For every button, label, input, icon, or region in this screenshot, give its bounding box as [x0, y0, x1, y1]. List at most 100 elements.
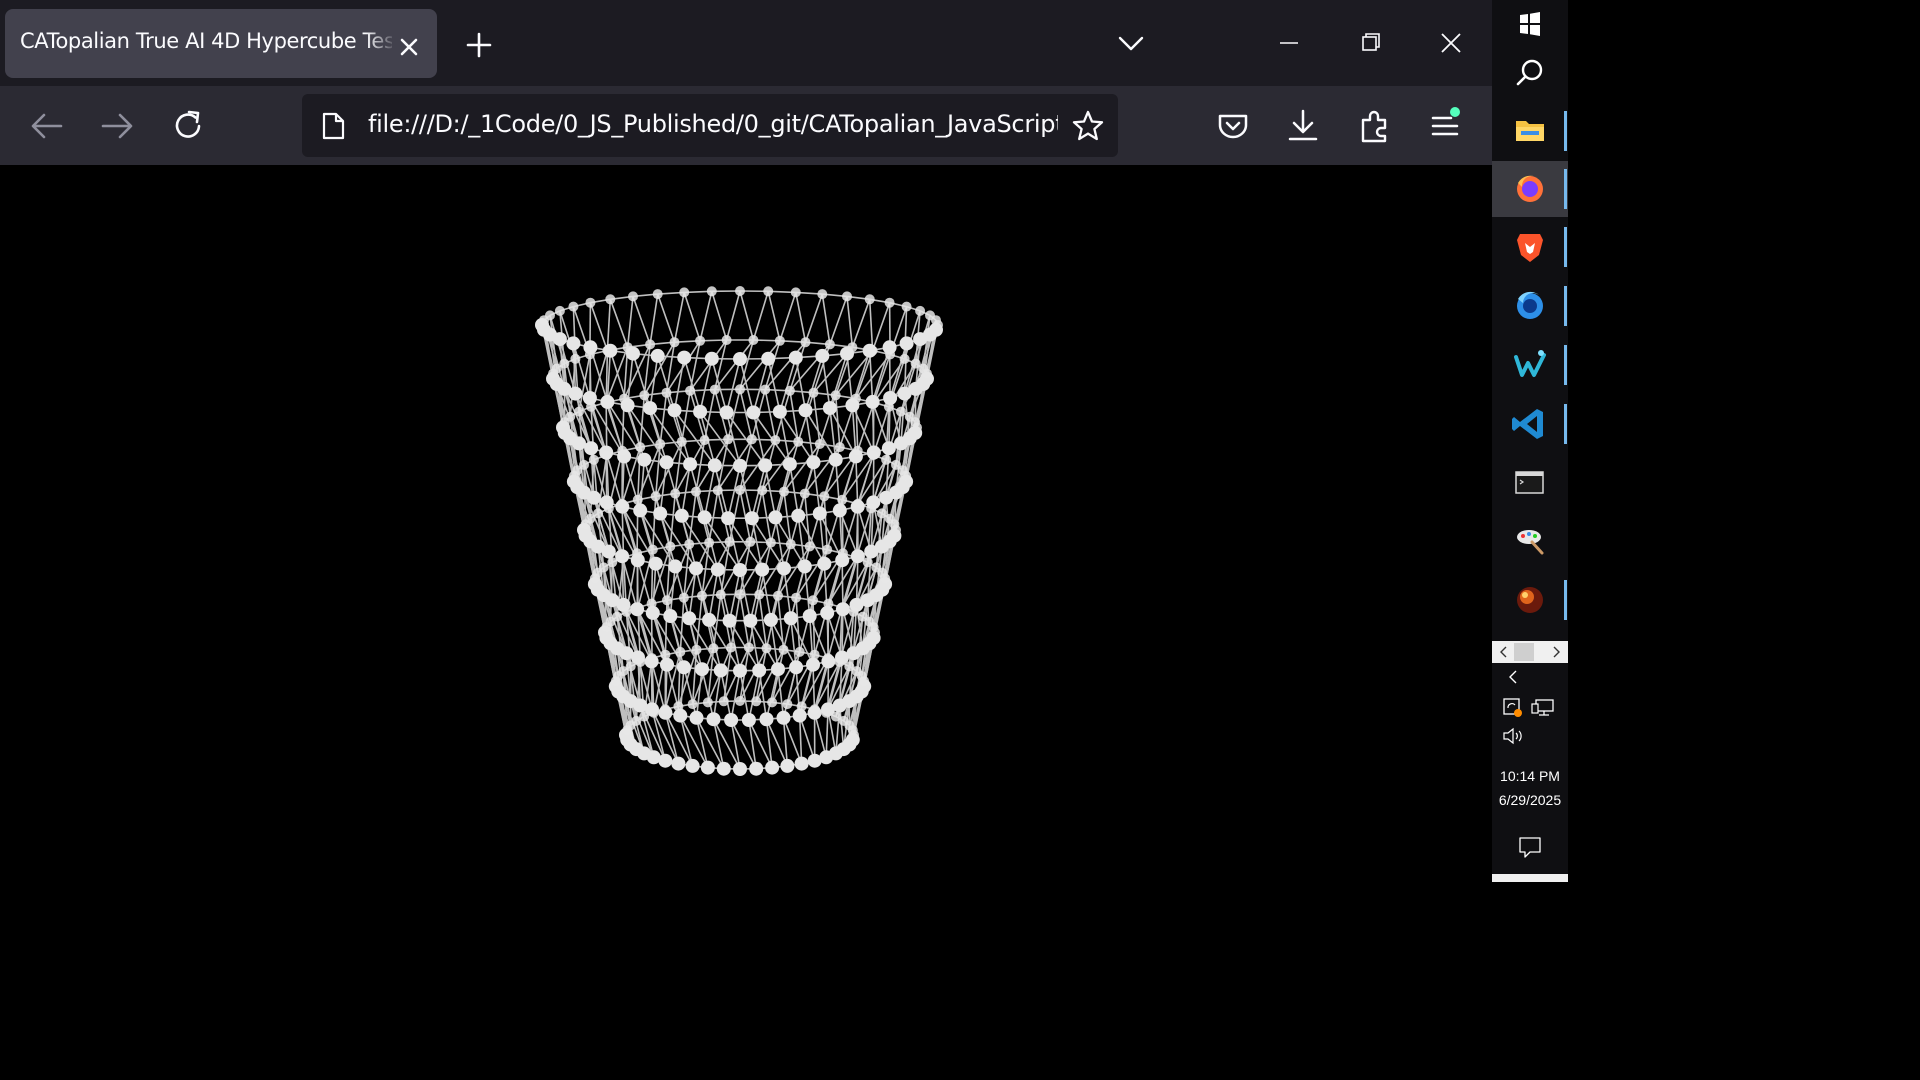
firefox-developer-icon[interactable] [1492, 278, 1568, 334]
clock-date[interactable]: 6/29/2025 [1492, 792, 1568, 808]
lattice-node [896, 406, 906, 417]
clock-time[interactable]: 10:14 PM [1492, 768, 1568, 784]
game-icon[interactable] [1492, 572, 1568, 628]
lattice-node [574, 406, 584, 417]
lattice-node [743, 613, 758, 628]
extensions-icon[interactable] [1353, 104, 1397, 148]
lattice-node [808, 387, 819, 398]
lattice-node [735, 589, 745, 600]
lattice-edge [679, 597, 685, 652]
lattice-node [691, 486, 701, 497]
lattice-edge [777, 595, 785, 650]
navigation-toolbar: file:///D:/_1Code/0_JS_Published/0_git/C… [0, 86, 1492, 165]
notification-icon[interactable] [1492, 832, 1568, 862]
menu-icon[interactable] [1423, 104, 1467, 148]
url-bar[interactable]: file:///D:/_1Code/0_JS_Published/0_git/C… [302, 94, 1118, 157]
minimize-icon[interactable] [1268, 24, 1310, 62]
brave-icon[interactable] [1492, 219, 1568, 275]
lattice-node [922, 368, 932, 379]
lattice-node [693, 404, 708, 419]
lattice-edge [699, 358, 713, 412]
chevron-left-icon[interactable] [1492, 666, 1568, 688]
lattice-node [779, 486, 789, 497]
search-icon[interactable] [1492, 46, 1568, 102]
lattice-node [689, 561, 703, 576]
wireframe-sphere-lattice-icon[interactable] [0, 165, 1492, 882]
volume-icon[interactable] [1500, 724, 1526, 748]
lattice-node [868, 450, 879, 461]
lattice-node [830, 390, 841, 401]
arrow-right-icon[interactable] [95, 104, 139, 148]
url-text[interactable]: file:///D:/_1Code/0_JS_Published/0_git/C… [368, 110, 1058, 144]
download-icon[interactable] [1281, 104, 1325, 148]
lattice-node [671, 756, 686, 771]
lattice-node [685, 758, 700, 773]
lattice-node [789, 660, 804, 675]
pocket-icon[interactable] [1211, 104, 1255, 148]
lattice-node [617, 498, 628, 509]
lattice-node [847, 725, 858, 736]
lattice-edge [574, 358, 580, 412]
plus-icon[interactable] [461, 27, 497, 63]
lattice-node [884, 297, 895, 308]
restore-icon[interactable] [1350, 24, 1392, 62]
lattice-node [676, 436, 687, 447]
lattice-node [682, 611, 697, 626]
lattice-node [799, 488, 810, 499]
lattice-edge [712, 670, 722, 720]
lattice-node [669, 337, 680, 348]
page-icon [318, 111, 348, 141]
tab-active[interactable]: CATopalian True AI 4D Hypercube Tesserac… [5, 9, 437, 78]
lattice-node [733, 762, 747, 776]
network-icon[interactable] [1530, 696, 1556, 720]
vscode-icon[interactable] [1492, 396, 1568, 452]
file-explorer-icon[interactable] [1492, 103, 1568, 159]
reload-icon[interactable] [166, 104, 210, 148]
paint-icon[interactable] [1492, 513, 1568, 569]
lattice-node [628, 291, 638, 302]
close-icon[interactable] [393, 31, 425, 63]
lattice-edge [659, 392, 668, 445]
lattice-node [913, 332, 928, 347]
page-content[interactable] [0, 165, 1492, 882]
lattice-node [746, 434, 757, 445]
lattice-node [584, 349, 595, 360]
terminal-icon[interactable] [1492, 455, 1568, 511]
lattice-edge [779, 357, 797, 412]
lattice-edge [821, 293, 831, 345]
lattice-edge [666, 600, 682, 653]
lattice-node [859, 676, 870, 687]
lattice-edge [652, 496, 657, 550]
lattice-edge [752, 291, 769, 341]
star-icon[interactable] [1070, 108, 1106, 144]
lattice-edge [711, 291, 728, 341]
arrow-left-icon[interactable] [25, 104, 69, 148]
lattice-node [868, 622, 879, 633]
sync-icon[interactable] [1500, 696, 1526, 720]
lattice-edge [795, 292, 807, 343]
taskbar-scrollbar[interactable] [1492, 641, 1568, 663]
lattice-node [774, 335, 785, 346]
lattice-node [822, 544, 833, 555]
lattice-node [793, 436, 804, 447]
close-icon[interactable] [1430, 24, 1472, 62]
windsurf-icon[interactable] [1492, 337, 1568, 393]
lattice-node [647, 544, 658, 555]
lattice-node [586, 401, 597, 412]
lattice-node [579, 459, 589, 470]
lattice-node [646, 598, 657, 609]
lattice-node [761, 351, 776, 366]
lattice-node [568, 301, 579, 312]
lattice-node [832, 503, 847, 518]
chevron-down-icon[interactable] [1112, 24, 1150, 62]
lattice-node [763, 612, 778, 627]
lattice-node [699, 435, 710, 446]
lattice-edge [767, 291, 781, 341]
lattice-node [837, 494, 848, 505]
lattice-edge [841, 560, 844, 610]
lattice-edge [829, 353, 848, 409]
firefox-icon[interactable] [1492, 161, 1568, 217]
lattice-node [674, 508, 689, 523]
running-indicator [1564, 169, 1567, 209]
lattice-edge [639, 395, 646, 448]
